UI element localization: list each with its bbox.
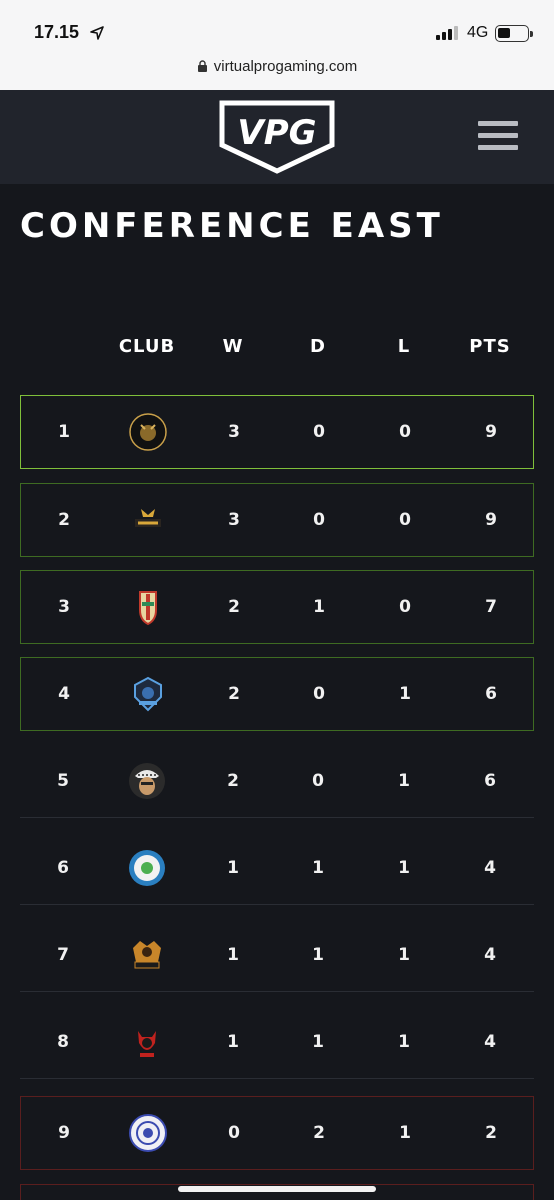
site-header: VPG (0, 90, 554, 184)
standings-row[interactable]: 4 2 0 1 6 (20, 657, 534, 731)
draws: 2 (313, 1123, 325, 1143)
wins: 2 (228, 597, 240, 617)
url-bar[interactable]: virtualprogaming.com (0, 58, 554, 75)
column-header-losses: L (397, 336, 411, 357)
position: 3 (58, 597, 70, 617)
position: 4 (58, 684, 70, 704)
club-crest-northside-icon (135, 509, 161, 527)
losses: 0 (399, 510, 411, 530)
wins: 1 (227, 944, 239, 965)
column-header-draws: D (310, 336, 326, 357)
draws: 1 (312, 857, 324, 878)
draws: 0 (313, 422, 325, 442)
position: 8 (57, 1031, 69, 1052)
points: 7 (485, 597, 497, 617)
wins: 3 (228, 510, 240, 530)
status-bar: 17.15 4G virtualprogaming.com (0, 0, 554, 90)
standings-row[interactable]: 1 3 0 0 9 (20, 395, 534, 469)
column-header-club: CLUB (118, 336, 176, 357)
standings-row[interactable]: 8 1 1 1 4 (20, 1005, 534, 1079)
standings-row[interactable]: 2 3 0 0 9 (20, 483, 534, 557)
club-crest-elite-tigers-icon (129, 413, 167, 451)
wins: 3 (228, 422, 240, 442)
vpg-logo[interactable]: VPG (218, 99, 336, 175)
logo-text: VPG (237, 113, 316, 153)
position: 7 (57, 944, 69, 965)
wins: 1 (227, 1031, 239, 1052)
losses: 0 (399, 422, 411, 442)
url-text: virtualprogaming.com (213, 58, 358, 75)
draws: 0 (313, 684, 325, 704)
club-crest-fc-round-icon (129, 849, 165, 886)
draws: 0 (312, 770, 324, 791)
points: 4 (484, 857, 496, 878)
club-crest-gold-esports-icon (133, 940, 161, 968)
losses: 1 (398, 1031, 410, 1052)
losses: 0 (399, 597, 411, 617)
position: 6 (57, 857, 69, 878)
page-title: CONFERENCE EAST (20, 206, 444, 246)
draws: 1 (312, 944, 324, 965)
location-arrow-icon (90, 26, 104, 40)
standings-header: CLUB W D L PTS (20, 336, 534, 360)
position: 5 (57, 770, 69, 791)
wins: 2 (228, 684, 240, 704)
draws: 1 (313, 597, 325, 617)
column-header-wins: W (222, 336, 244, 357)
club-crest-shield-icon (139, 591, 157, 626)
column-header-points: PTS (469, 336, 511, 357)
club-crest-red-devils-icon (138, 1030, 156, 1057)
battery-icon (495, 25, 533, 42)
losses: 1 (398, 770, 410, 791)
standings-row[interactable]: 5 2 0 1 6 (20, 744, 534, 818)
network-type: 4G (467, 24, 489, 41)
home-indicator (178, 1186, 376, 1192)
signal-icon (436, 26, 458, 40)
points: 2 (485, 1123, 497, 1143)
points: 6 (484, 770, 496, 791)
standings-row[interactable]: 9 0 2 1 2 (20, 1096, 534, 1170)
points: 6 (485, 684, 497, 704)
wins: 0 (228, 1123, 240, 1143)
club-crest-esports-blue-icon (134, 676, 162, 712)
wins: 2 (227, 770, 239, 791)
standings-row[interactable]: 7 1 1 1 4 (20, 918, 534, 992)
club-crest-blue-circle-icon (129, 1114, 167, 1152)
losses: 1 (398, 857, 410, 878)
losses: 1 (399, 684, 411, 704)
status-time: 17.15 (34, 22, 80, 42)
draws: 1 (312, 1031, 324, 1052)
points: 4 (484, 944, 496, 965)
standings-row[interactable]: 3 2 1 0 7 (20, 570, 534, 644)
lock-icon (197, 60, 207, 72)
position: 2 (58, 510, 70, 530)
hamburger-menu-icon[interactable] (478, 121, 520, 151)
position: 1 (58, 422, 70, 442)
wins: 1 (227, 857, 239, 878)
losses: 1 (399, 1123, 411, 1143)
points: 4 (484, 1031, 496, 1052)
standings-row[interactable]: 6 1 1 1 4 (20, 831, 534, 905)
draws: 0 (313, 510, 325, 530)
position: 9 (58, 1123, 70, 1143)
club-crest-face-icon (129, 762, 165, 799)
losses: 1 (398, 944, 410, 965)
points: 9 (485, 422, 497, 442)
points: 9 (485, 510, 497, 530)
